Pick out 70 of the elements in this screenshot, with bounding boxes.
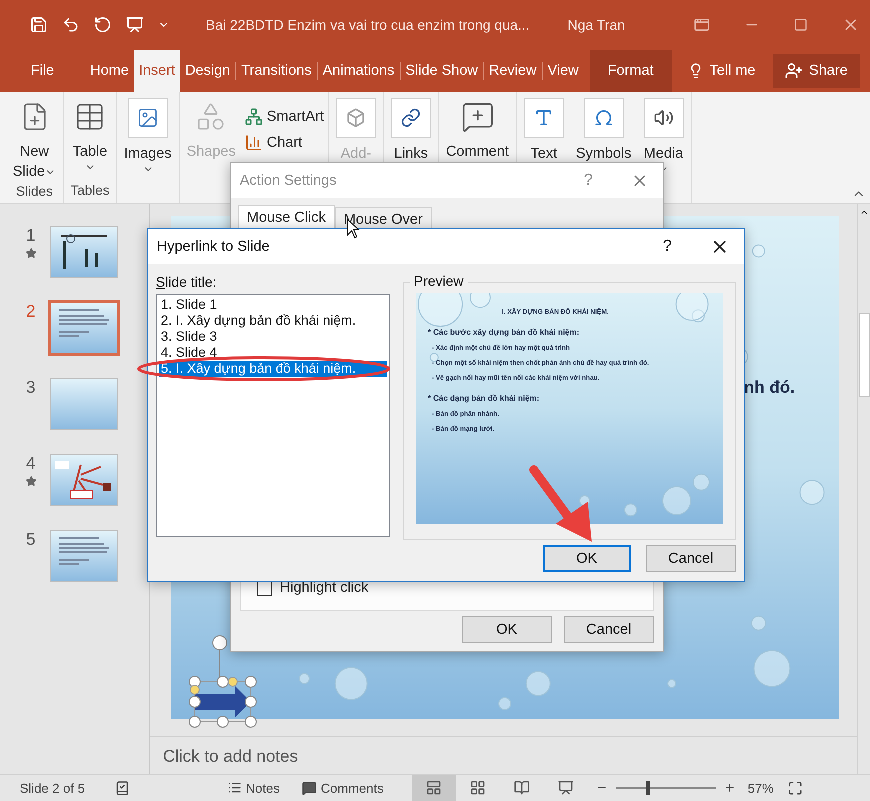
speaker-icon xyxy=(654,108,674,128)
ribbon-tab[interactable]: View xyxy=(542,50,584,92)
scrollbar[interactable] xyxy=(857,204,870,774)
view-button[interactable] xyxy=(412,775,456,801)
undo-icon[interactable] xyxy=(62,16,80,34)
hierarchy-icon xyxy=(245,108,263,126)
ribbon-command[interactable]: Table xyxy=(68,96,112,183)
share-button[interactable]: Share xyxy=(773,54,860,88)
ribbon-command[interactable]: Links xyxy=(388,96,434,183)
presentation-icon[interactable] xyxy=(126,16,144,34)
scroll-thumb[interactable] xyxy=(858,313,870,397)
dialog-title: Action Settings xyxy=(240,172,338,188)
book-icon xyxy=(514,780,530,796)
notes-button[interactable]: Notes xyxy=(228,780,280,796)
ribbon-tab[interactable]: Home xyxy=(85,50,134,92)
omega-icon xyxy=(594,108,614,128)
text-icon xyxy=(534,108,554,128)
presentation-icon xyxy=(558,780,574,796)
slide-thumbnail[interactable] xyxy=(50,454,118,506)
slide-number: 1 xyxy=(26,226,36,246)
cube-icon xyxy=(346,108,366,128)
zoom-thumb[interactable] xyxy=(646,781,650,795)
slide-number: 3 xyxy=(26,378,36,398)
ribbon-tab[interactable]: Insert xyxy=(134,50,180,92)
scroll-up-icon[interactable] xyxy=(860,208,869,217)
picture-icon xyxy=(137,107,160,129)
slide-number: 5 xyxy=(26,530,36,550)
bar-chart-icon xyxy=(245,134,263,152)
slide-thumbnail[interactable] xyxy=(50,378,118,430)
ribbon-tab[interactable]: Transitions xyxy=(236,50,317,92)
ribbon-command[interactable]: Comment xyxy=(443,96,512,183)
ribbon-command[interactable]: Media xyxy=(640,96,687,183)
window-title: Bai 22BDTD Enzim va vai tro cua enzim trong qua... xyxy=(206,17,530,33)
notes-placeholder[interactable]: Click to add notes xyxy=(163,747,298,766)
zoom-in-icon[interactable] xyxy=(724,782,736,794)
link-icon xyxy=(401,108,422,128)
ribbon-command[interactable]: New Slide xyxy=(10,96,60,184)
spell-check-icon[interactable] xyxy=(115,780,130,796)
ribbon-command[interactable]: SmartArt xyxy=(245,108,324,126)
slide-thumbnail[interactable] xyxy=(50,530,118,582)
comments-button[interactable]: Comments xyxy=(302,780,384,796)
maximize-icon[interactable] xyxy=(794,18,808,32)
group-label: Tables xyxy=(70,183,111,200)
slide-thumbnail[interactable] xyxy=(48,300,120,356)
notes-icon xyxy=(228,781,242,795)
add-person-icon xyxy=(785,62,804,80)
grid-view-icon xyxy=(470,780,486,796)
fit-to-window-icon[interactable] xyxy=(788,780,803,796)
slide-thumbnail[interactable] xyxy=(50,226,118,278)
comment-icon xyxy=(302,780,318,796)
ribbon-command[interactable]: Chart xyxy=(245,134,324,152)
ribbon-command[interactable]: Text xyxy=(521,96,568,183)
contextual-tab[interactable]: Format xyxy=(590,50,672,92)
user-name: Nga Tran xyxy=(568,17,626,33)
slide-counter: Slide 2 of 5 xyxy=(20,780,86,796)
ribbon-command[interactable]: Images xyxy=(121,96,175,183)
normal-view-icon xyxy=(426,780,442,796)
slide-number: 4 xyxy=(26,454,36,474)
save-icon[interactable] xyxy=(30,16,48,34)
repeat-icon[interactable] xyxy=(94,16,112,34)
tell-me-search[interactable]: Tell me xyxy=(672,50,772,92)
ribbon-tab[interactable]: File xyxy=(26,50,60,92)
ribbon-display-icon[interactable] xyxy=(694,17,710,33)
group-label: Slides xyxy=(15,184,54,201)
zoom-level[interactable]: 57% xyxy=(748,780,774,796)
ribbon-tab[interactable]: Slide Show xyxy=(400,50,484,92)
ribbon-tab[interactable]: Review xyxy=(484,50,542,92)
ribbon-tab[interactable]: Design xyxy=(180,50,236,92)
ribbon-tab[interactable]: Animations xyxy=(318,50,400,92)
slide-number: 2 xyxy=(26,302,36,322)
